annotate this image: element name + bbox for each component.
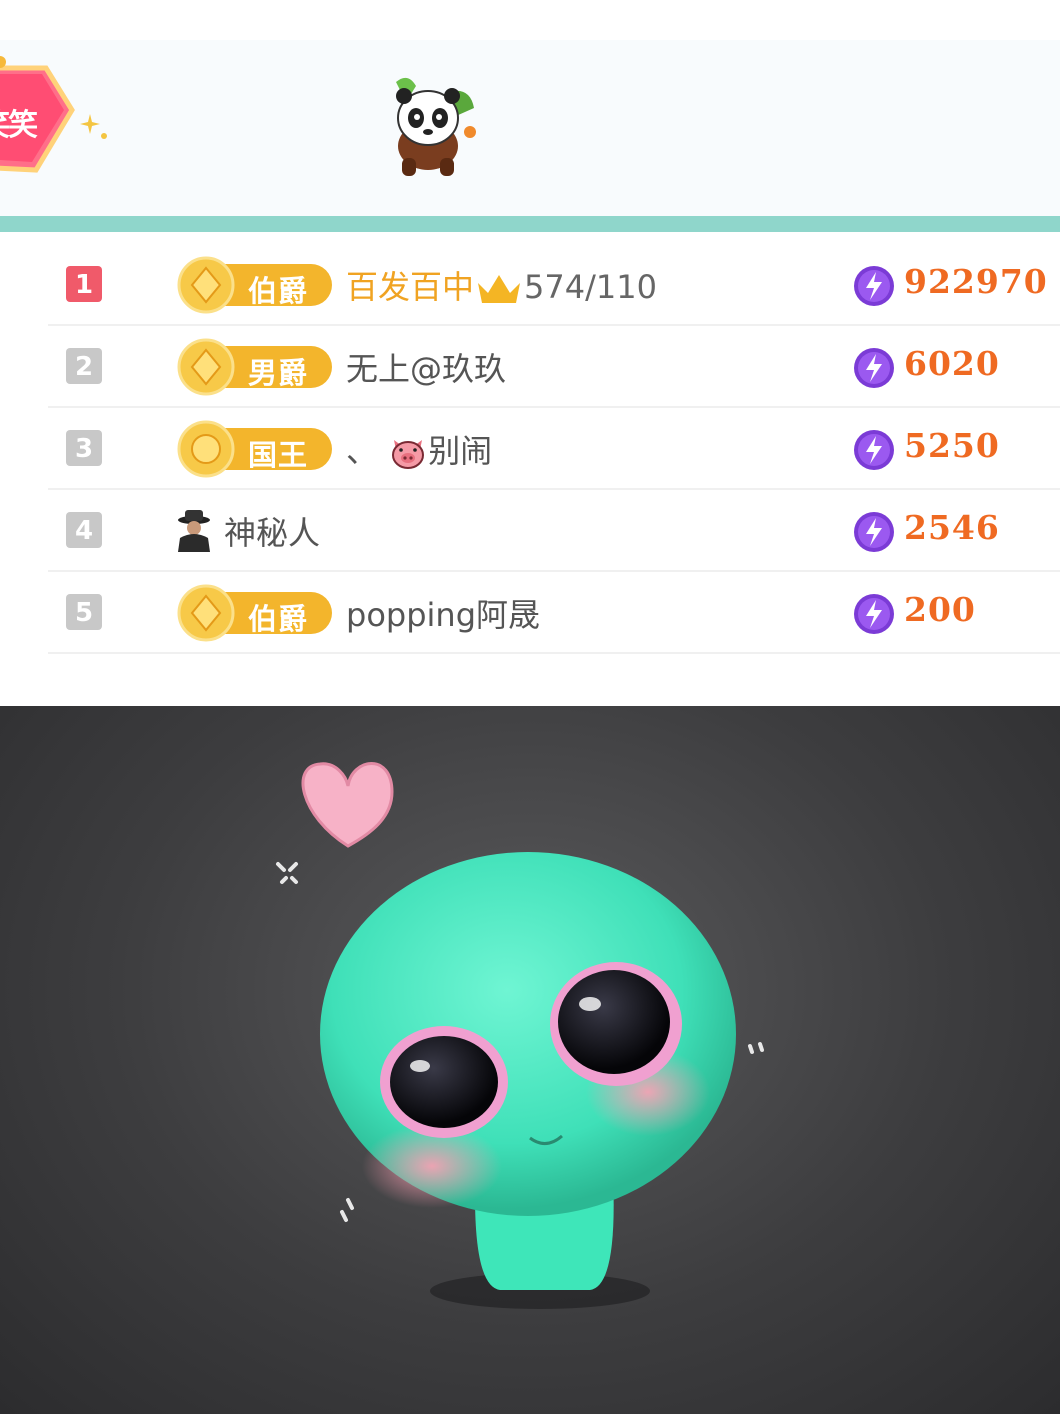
user-stats: 574/110 (524, 268, 657, 306)
username-text: 别闹 (428, 432, 493, 470)
lightning-coin-icon (854, 594, 894, 634)
pig-face-icon (392, 440, 425, 469)
ranking-row[interactable]: 1 伯爵 百发百中 574/110 922970 (48, 244, 1060, 326)
username[interactable]: 无上@玖玖 (346, 344, 506, 390)
ranking-row[interactable]: 4 神秘人 2546 (48, 490, 1060, 572)
ranking-row[interactable]: 5 伯爵 popping阿晟 200 (48, 572, 1060, 654)
ranking-row[interactable]: 3 国王 、 别闹 5250 (48, 408, 1060, 490)
panda-avatar-icon (396, 77, 476, 176)
score-value: 6020 (904, 344, 1000, 383)
ranking-row[interactable]: 2 男爵 无上@玖玖 6020 (48, 326, 1060, 408)
username-text: 百发百中 (346, 268, 475, 306)
heart-icon (301, 762, 394, 848)
score-value: 200 (904, 590, 976, 629)
lightning-coin-icon (854, 512, 894, 552)
score-value: 922970 (904, 262, 1048, 301)
username[interactable]: popping阿晟 (346, 590, 540, 636)
lightning-coin-icon (854, 430, 894, 470)
noble-medal: 伯爵 (174, 584, 334, 642)
rank-number: 1 (66, 266, 102, 302)
username-prefix: 、 (346, 432, 379, 470)
alien-plush-illustration (276, 762, 764, 1309)
username[interactable]: 百发百中 574/110 (346, 262, 657, 308)
crown-icon (478, 275, 521, 303)
username[interactable]: 神秘人 (224, 508, 320, 554)
rank-number: 3 (66, 430, 102, 466)
mystery-person-icon (178, 510, 210, 552)
alien-plush-photo (0, 706, 1060, 1414)
lightning-coin-icon (854, 266, 894, 306)
noble-medal: 男爵 (174, 338, 334, 396)
username[interactable]: 、 别闹 (346, 426, 492, 472)
smile-badge: 笑笑 (0, 50, 76, 180)
score-value: 2546 (904, 508, 1000, 547)
medal-label: 国王 (248, 438, 309, 472)
rank-number: 4 (66, 512, 102, 548)
smile-badge-label: 笑笑 (0, 108, 38, 143)
medal-label: 男爵 (248, 356, 309, 390)
lightning-coin-icon (854, 348, 894, 388)
sparkle-icon (80, 114, 107, 139)
medal-label: 伯爵 (248, 602, 309, 636)
rank-number: 5 (66, 594, 102, 630)
ranking-list: 1 伯爵 百发百中 574/110 922970 2 男爵 无上@玖玖 6020… (48, 244, 1060, 654)
top-banner: 笑笑 (0, 40, 1060, 218)
section-divider (0, 216, 1060, 232)
noble-medal: 国王 (174, 420, 334, 478)
medal-label: 伯爵 (248, 274, 309, 308)
rank-number: 2 (66, 348, 102, 384)
score-value: 5250 (904, 426, 1000, 465)
noble-medal: 伯爵 (174, 256, 334, 314)
